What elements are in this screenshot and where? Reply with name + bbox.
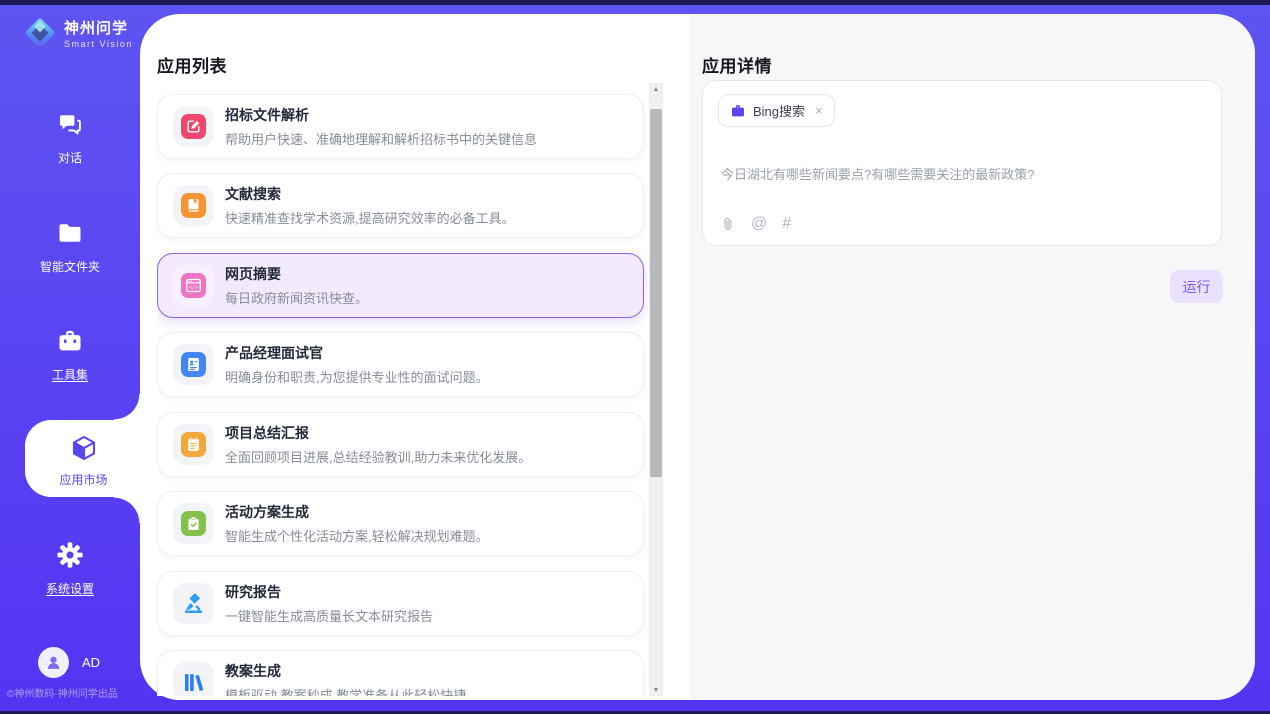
- books-icon: [173, 662, 214, 696]
- app-card-title: 项目总结汇报: [225, 423, 531, 443]
- app-card-literature-search[interactable]: 文献搜索 快速精准查找学术资源,提高研究效率的必备工具。: [157, 173, 644, 238]
- app-list-panel: 应用列表 招标文件解析 帮助用户快速、准确地理解和解析招标书中的关键信息 文献搜…: [140, 14, 690, 700]
- content-panel: 应用列表 招标文件解析 帮助用户快速、准确地理解和解析招标书中的关键信息 文献搜…: [140, 14, 1255, 700]
- app-card-desc: 模板驱动,教案秒成,教学准备从此轻松快捷: [225, 685, 466, 696]
- folder-icon: [56, 234, 84, 251]
- app-card-desc: 快速精准查找学术资源,提高研究效率的必备工具。: [225, 208, 515, 227]
- prompt-text[interactable]: 今日湖北有哪些新闻要点?有哪些需要关注的最新政策?: [721, 165, 1203, 185]
- logo-subtitle: Smart Vision: [64, 39, 133, 49]
- sidebar-item-settings[interactable]: 系统设置: [0, 541, 140, 597]
- app-card-desc: 智能生成个性化活动方案,轻松解决规划难题。: [225, 526, 489, 545]
- sidebar-item-smart-folder[interactable]: 智能文件夹: [0, 219, 140, 275]
- run-button[interactable]: 运行: [1170, 270, 1223, 303]
- gear-icon: [56, 556, 84, 573]
- app-card-desc: 明确身份和职责,为您提供专业性的面试问题。: [225, 367, 489, 386]
- sidebar-item-label: 智能文件夹: [0, 258, 140, 275]
- chat-icon: [56, 125, 84, 142]
- copyright-text: ©神州数码·神州问学出品: [7, 685, 118, 700]
- app-card-title: 网页摘要: [225, 264, 368, 284]
- person-icon[interactable]: [38, 647, 69, 678]
- app-card-lesson-plan[interactable]: 教案生成 模板驱动,教案秒成,教学准备从此轻松快捷: [157, 650, 644, 696]
- notepad-icon: [173, 424, 214, 465]
- user-name: AD: [82, 655, 100, 670]
- sidebar-item-label: 应用市场: [25, 471, 142, 488]
- toolbox-icon: [56, 342, 84, 359]
- microscope-icon: [173, 583, 214, 624]
- logo-diamond-icon: [22, 15, 58, 51]
- svg-text:</>: </>: [189, 285, 199, 291]
- app-card-desc: 帮助用户快速、准确地理解和解析招标书中的关键信息: [225, 129, 537, 148]
- scroll-down-icon[interactable]: ▼: [649, 684, 663, 696]
- app-card-web-summary-selected[interactable]: </> 网页摘要 每日政府新闻资讯快查。: [157, 253, 644, 318]
- sidebar-item-label: 对话: [0, 149, 140, 166]
- at-icon[interactable]: @: [751, 216, 767, 232]
- composer-toolbar: @ #: [720, 216, 791, 232]
- tool-chip-label: Bing搜索: [753, 101, 805, 120]
- app-card-title: 活动方案生成: [225, 502, 489, 522]
- briefcase-icon: [730, 103, 746, 119]
- scroll-up-icon[interactable]: ▲: [649, 83, 663, 95]
- app-list-title: 应用列表: [157, 52, 227, 77]
- browser-code-icon: </>: [173, 265, 214, 306]
- app-detail-title: 应用详情: [702, 52, 772, 77]
- app-card-title: 文献搜索: [225, 184, 515, 204]
- cube-icon: [69, 450, 99, 467]
- app-card-event-plan[interactable]: 活动方案生成 智能生成个性化活动方案,轻松解决规划难题。: [157, 491, 644, 556]
- sidebar-item-toolset[interactable]: 工具集: [0, 327, 140, 383]
- app-detail-panel: 应用详情 Bing搜索 × 今日湖北有哪些新闻要点?有哪些需要关注的最新政策? …: [690, 14, 1255, 700]
- clipboard-check-icon: [173, 503, 214, 544]
- book-icon: [173, 185, 214, 226]
- sidebar-item-app-market-active[interactable]: 应用市场: [25, 420, 142, 497]
- app-list: 招标文件解析 帮助用户快速、准确地理解和解析招标书中的关键信息 文献搜索 快速精…: [157, 83, 648, 696]
- app-card-title: 研究报告: [225, 582, 433, 602]
- app-card-title: 招标文件解析: [225, 105, 537, 125]
- app-card-pm-interviewer[interactable]: 产品经理面试官 明确身份和职责,为您提供专业性的面试问题。: [157, 332, 644, 397]
- app-card-title: 产品经理面试官: [225, 343, 489, 363]
- app-card-desc: 每日政府新闻资讯快查。: [225, 288, 368, 307]
- sidebar: 神州问学 Smart Vision 对话 智能文件夹 工具集 应用市场 系统设置…: [0, 0, 140, 714]
- scrollbar-thumb[interactable]: [650, 109, 662, 477]
- prompt-card[interactable]: Bing搜索 × 今日湖北有哪些新闻要点?有哪些需要关注的最新政策? @ #: [702, 80, 1222, 246]
- paperclip-icon[interactable]: [720, 216, 736, 232]
- app-card-tender-analysis[interactable]: 招标文件解析 帮助用户快速、准确地理解和解析招标书中的关键信息: [157, 94, 644, 159]
- logo-title: 神州问学: [64, 17, 133, 38]
- app-window: 应用列表 招标文件解析 帮助用户快速、准确地理解和解析招标书中的关键信息 文献搜…: [0, 0, 1270, 714]
- app-logo: 神州问学 Smart Vision: [22, 15, 133, 51]
- sidebar-item-label: 系统设置: [0, 580, 140, 597]
- sidebar-item-chat[interactable]: 对话: [0, 110, 140, 166]
- hash-icon[interactable]: #: [782, 216, 791, 232]
- app-card-research-report[interactable]: 研究报告 一键智能生成高质量长文本研究报告: [157, 571, 644, 636]
- scrollbar[interactable]: ▲ ▼: [649, 83, 663, 696]
- app-card-desc: 全面回顾项目进展,总结经验教训,助力未来优化发展。: [225, 447, 531, 466]
- chip-close-icon[interactable]: ×: [815, 103, 823, 118]
- app-card-project-summary[interactable]: 项目总结汇报 全面回顾项目进展,总结经验教训,助力未来优化发展。: [157, 412, 644, 477]
- interview-doc-icon: [173, 344, 214, 385]
- app-card-desc: 一键智能生成高质量长文本研究报告: [225, 606, 433, 625]
- edit-square-icon: [173, 106, 214, 147]
- tool-chip-bing-search[interactable]: Bing搜索 ×: [718, 94, 835, 127]
- sidebar-item-label: 工具集: [0, 366, 140, 383]
- app-card-title: 教案生成: [225, 661, 466, 681]
- user-profile[interactable]: AD: [38, 647, 100, 678]
